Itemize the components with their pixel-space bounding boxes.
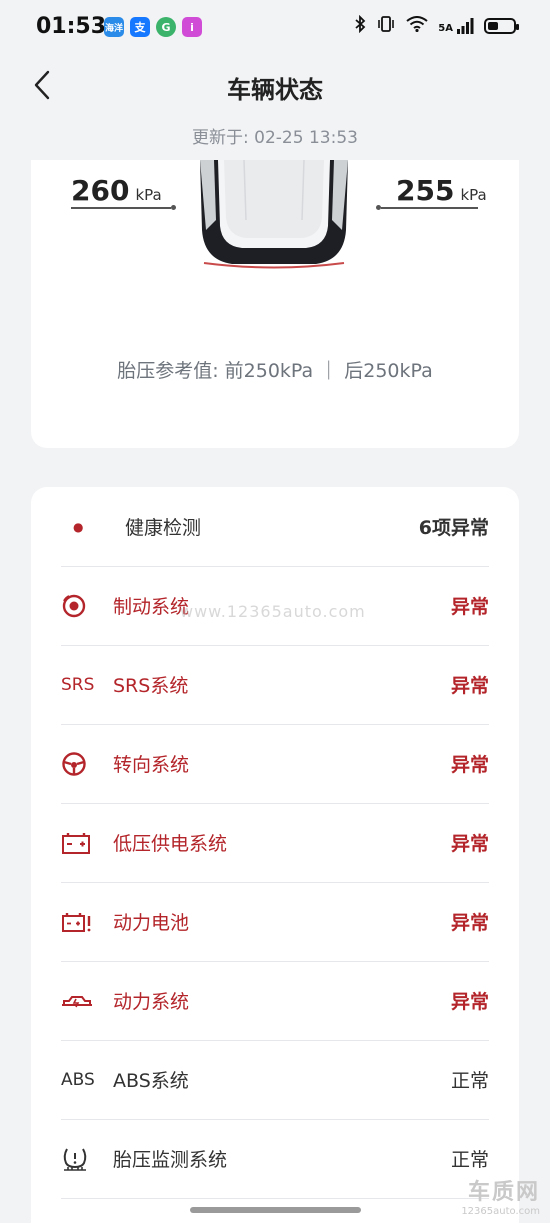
health-summary-row[interactable]: ● 健康检测 6项异常 [61,487,489,567]
tire-left-value: 260 [71,174,130,207]
watermark-logo: 车质网 12365auto.com [461,1174,540,1217]
tire-front-right: 255 kPa [396,174,487,207]
network-type: 5A [438,23,453,34]
page-title: 车辆状态 [227,76,323,104]
signal-icon: 5A [438,18,474,34]
list-item-label: 胎压监测系统 [113,1149,228,1171]
wifi-icon [406,16,428,36]
update-time: 更新于: 02-25 13:53 [192,128,358,148]
tire-left-line [71,207,171,209]
list-item-status: 异常 [450,833,489,855]
watermark-url: www.12365auto.com [180,602,366,621]
steering-wheel-icon [61,750,101,778]
health-summary-label: 健康检测 [125,517,202,539]
tire-right-value: 255 [396,174,455,207]
abs-icon: ABS [61,1069,95,1090]
list-item-label: 低压供电系统 [113,833,228,855]
powertrain-icon [61,987,101,1015]
bluetooth-icon [354,14,366,37]
list-item-status: 异常 [450,912,489,934]
srs-icon: SRS [61,674,95,695]
battery-icon [484,18,519,34]
tire-pressure-reference: 胎压参考值: 前250kPa ｜ 后250kPa [117,360,433,382]
list-item-status: 异常 [450,675,489,697]
list-item-srs[interactable]: SRS SRS系统 异常 [61,645,489,725]
tire-pressure-card: 260 kPa 255 kPa 胎压参考值: 前250kPa ｜ 后250kPa [31,160,519,448]
status-bar: 01:53 海洋 支 G i 5A [0,0,550,56]
watermark-logo-url: 12365auto.com [461,1206,540,1217]
list-item-tpms[interactable]: 胎压监测系统 正常 [61,1119,489,1199]
list-item-status: 正常 [450,1070,489,1092]
battery-icon [61,829,101,857]
tire-left-unit: kPa [135,186,162,204]
list-item-label: SRS系统 [113,675,189,697]
list-item-status: 异常 [450,596,489,618]
tire-left-dot [171,205,176,210]
list-item-status: 异常 [450,991,489,1013]
list-item-abs[interactable]: ABS ABS系统 正常 [61,1040,489,1120]
list-item-label: 动力系统 [113,991,190,1013]
weather-app-icon: 海洋 [104,17,124,37]
page-header: 车辆状态 [0,60,550,114]
car-image [200,160,348,269]
list-item-label: 动力电池 [113,912,190,934]
tire-pressure-icon [61,1145,101,1173]
info-app-icon: i [182,17,202,37]
list-item-status: 异常 [450,754,489,776]
system-icons: 5A [354,14,519,37]
list-item-status: 正常 [450,1149,489,1171]
status-time: 01:53 [36,14,107,39]
list-item-powertrain[interactable]: 动力系统 异常 [61,961,489,1041]
tire-front-left: 260 kPa [71,174,162,207]
list-item-low-voltage[interactable]: 低压供电系统 异常 [61,803,489,883]
circle-app-icon: G [156,17,176,37]
alipay-icon: 支 [130,17,150,37]
health-check-card: ● 健康检测 6项异常 制动系统 异常 SRS SRS系统 异常 转向系统 异常… [31,487,519,1223]
health-summary-value: 6项异常 [418,517,489,539]
list-item-label: 转向系统 [113,754,190,776]
vibrate-icon [376,15,396,37]
tire-right-line [381,207,478,209]
list-item-power-battery[interactable]: 动力电池 异常 [61,882,489,962]
watermark-logo-text: 车质网 [467,1180,540,1205]
home-indicator[interactable] [190,1207,361,1213]
list-item-label: ABS系统 [113,1070,189,1092]
tire-right-unit: kPa [460,186,487,204]
power-battery-icon [61,908,101,936]
dot-icon: ● [73,519,84,534]
brake-icon [61,592,101,620]
notification-icons: 海洋 支 G i [104,17,202,37]
list-item-steering[interactable]: 转向系统 异常 [61,724,489,804]
